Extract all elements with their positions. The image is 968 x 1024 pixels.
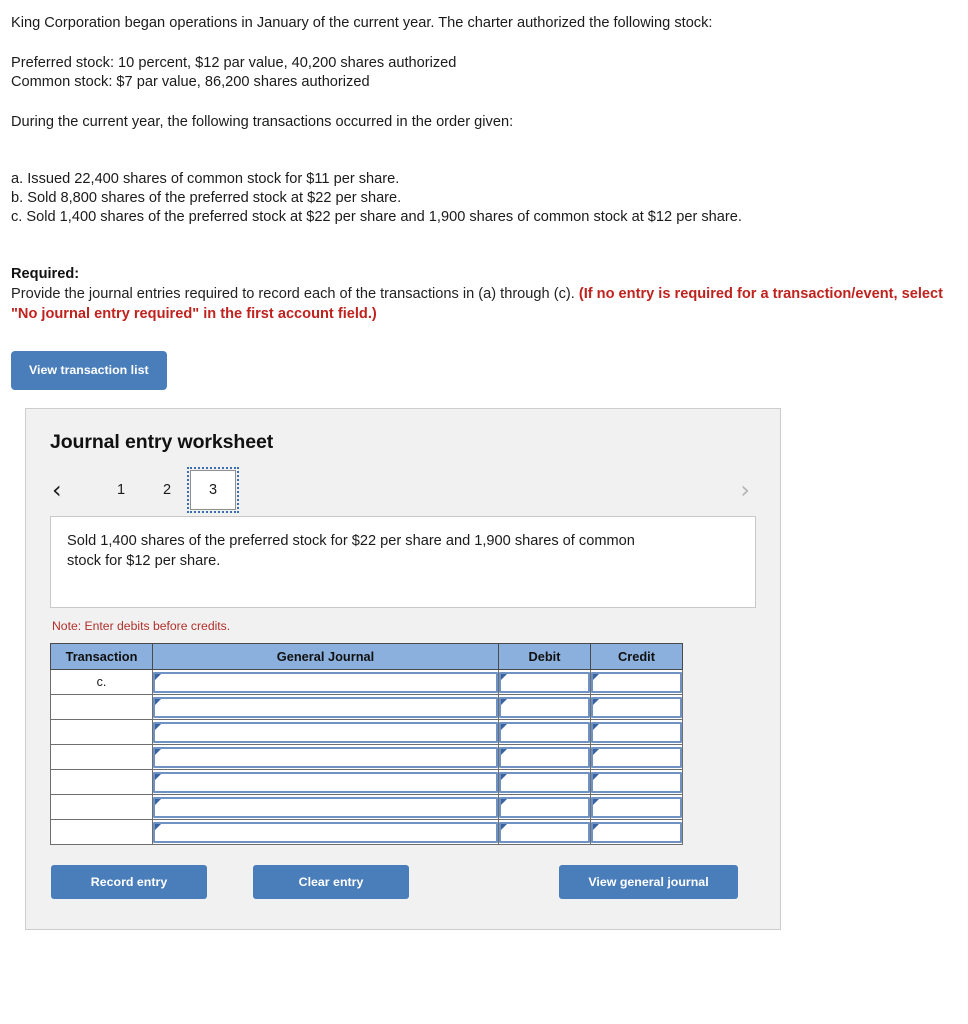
- general-journal-select[interactable]: [153, 696, 498, 718]
- table-row: [50, 769, 683, 796]
- table-header-row: Transaction General Journal Debit Credit: [50, 643, 683, 671]
- debit-input[interactable]: [499, 721, 590, 743]
- problem-intro: King Corporation began operations in Jan…: [11, 15, 713, 31]
- general-journal-input-cell[interactable]: [152, 694, 499, 721]
- general-journal-select[interactable]: [153, 821, 498, 843]
- record-entry-button[interactable]: Record entry: [51, 865, 207, 900]
- column-header-debit: Debit: [498, 643, 591, 671]
- transaction-description-box: Sold 1,400 shares of the preferred stock…: [50, 516, 756, 609]
- general-journal-input-cell[interactable]: [152, 794, 499, 821]
- transaction-label-cell: [50, 819, 153, 846]
- common-stock-line: Common stock: $7 par value, 86,200 share…: [11, 74, 370, 90]
- debit-input-cell[interactable]: [498, 719, 591, 746]
- debits-before-credits-note: Note: Enter debits before credits.: [52, 619, 231, 634]
- table-row: [50, 819, 683, 846]
- credit-input[interactable]: [591, 721, 682, 743]
- worksheet-footer: Record entry Clear entry View general jo…: [50, 865, 756, 903]
- transaction-b: b. Sold 8,800 shares of the preferred st…: [11, 190, 402, 206]
- debit-input[interactable]: [499, 821, 590, 843]
- debit-input[interactable]: [499, 796, 590, 818]
- problem-statement: King Corporation began operations in Jan…: [11, 14, 968, 227]
- column-header-general-journal: General Journal: [152, 643, 499, 671]
- table-row: c.: [50, 669, 683, 696]
- transaction-label-cell: [50, 794, 153, 821]
- pager-tab-list: 1 2 3: [98, 467, 239, 514]
- general-journal-input-cell[interactable]: [152, 819, 499, 846]
- pager-tab-2[interactable]: 2: [144, 470, 190, 510]
- credit-input[interactable]: [591, 796, 682, 818]
- debit-input-cell[interactable]: [498, 794, 591, 821]
- debit-input-cell[interactable]: [498, 669, 591, 696]
- general-journal-input-cell[interactable]: [152, 769, 499, 796]
- column-header-transaction: Transaction: [50, 643, 153, 671]
- journal-entry-worksheet-panel: Journal entry worksheet ‹ 1 2 3 › Sold 1…: [25, 408, 781, 931]
- debit-input[interactable]: [499, 671, 590, 693]
- chevron-right-icon[interactable]: ›: [740, 475, 750, 505]
- general-journal-input-cell[interactable]: [152, 669, 499, 696]
- credit-input[interactable]: [591, 821, 682, 843]
- table-row: [50, 694, 683, 721]
- worksheet-pager: ‹ 1 2 3 ›: [50, 467, 756, 514]
- debit-input[interactable]: [499, 771, 590, 793]
- credit-input-cell[interactable]: [590, 769, 683, 796]
- transaction-c: c. Sold 1,400 shares of the preferred st…: [11, 209, 742, 225]
- required-body: Provide the journal entries required to …: [11, 284, 946, 324]
- general-journal-select[interactable]: [153, 671, 498, 693]
- general-journal-select[interactable]: [153, 796, 498, 818]
- debit-input-cell[interactable]: [498, 744, 591, 771]
- required-block: Required: Provide the journal entries re…: [11, 265, 968, 324]
- credit-input-cell[interactable]: [590, 719, 683, 746]
- transactions-intro: During the current year, the following t…: [11, 114, 514, 130]
- transaction-a: a. Issued 22,400 shares of common stock …: [11, 171, 400, 187]
- transaction-label-cell: c.: [50, 669, 153, 696]
- view-transaction-list-button[interactable]: View transaction list: [11, 351, 167, 391]
- transaction-label-cell: [50, 769, 153, 796]
- transaction-label-cell: [50, 694, 153, 721]
- credit-input-cell[interactable]: [590, 669, 683, 696]
- credit-input[interactable]: [591, 746, 682, 768]
- credit-input-cell[interactable]: [590, 694, 683, 721]
- view-general-journal-button[interactable]: View general journal: [559, 865, 738, 900]
- debit-input[interactable]: [499, 746, 590, 768]
- debit-input-cell[interactable]: [498, 694, 591, 721]
- debit-input-cell[interactable]: [498, 769, 591, 796]
- worksheet-title: Journal entry worksheet: [50, 431, 274, 454]
- debit-input-cell[interactable]: [498, 819, 591, 846]
- preferred-stock-line: Preferred stock: 10 percent, $12 par val…: [11, 55, 457, 71]
- credit-input-cell[interactable]: [590, 794, 683, 821]
- required-heading: Required:: [11, 266, 80, 282]
- transaction-label-cell: [50, 719, 153, 746]
- general-journal-select[interactable]: [153, 721, 498, 743]
- journal-entry-table: Transaction General Journal Debit Credit…: [50, 643, 683, 846]
- table-row: [50, 794, 683, 821]
- transaction-label-cell: [50, 744, 153, 771]
- debit-input[interactable]: [499, 696, 590, 718]
- pager-tab-1[interactable]: 1: [98, 470, 144, 510]
- column-header-credit: Credit: [590, 643, 683, 671]
- required-body-plain: Provide the journal entries required to …: [11, 286, 579, 302]
- worksheet-page: King Corporation began operations in Jan…: [0, 0, 968, 1024]
- credit-input[interactable]: [591, 771, 682, 793]
- table-row: [50, 744, 683, 771]
- credit-input[interactable]: [591, 696, 682, 718]
- credit-input[interactable]: [591, 671, 682, 693]
- clear-entry-button[interactable]: Clear entry: [253, 865, 409, 900]
- table-row: [50, 719, 683, 746]
- pager-tab-3[interactable]: 3: [187, 467, 239, 514]
- credit-input-cell[interactable]: [590, 744, 683, 771]
- general-journal-select[interactable]: [153, 746, 498, 768]
- general-journal-input-cell[interactable]: [152, 744, 499, 771]
- general-journal-select[interactable]: [153, 771, 498, 793]
- credit-input-cell[interactable]: [590, 819, 683, 846]
- transaction-description-text: Sold 1,400 shares of the preferred stock…: [67, 533, 635, 570]
- general-journal-input-cell[interactable]: [152, 719, 499, 746]
- chevron-left-icon[interactable]: ‹: [52, 475, 62, 505]
